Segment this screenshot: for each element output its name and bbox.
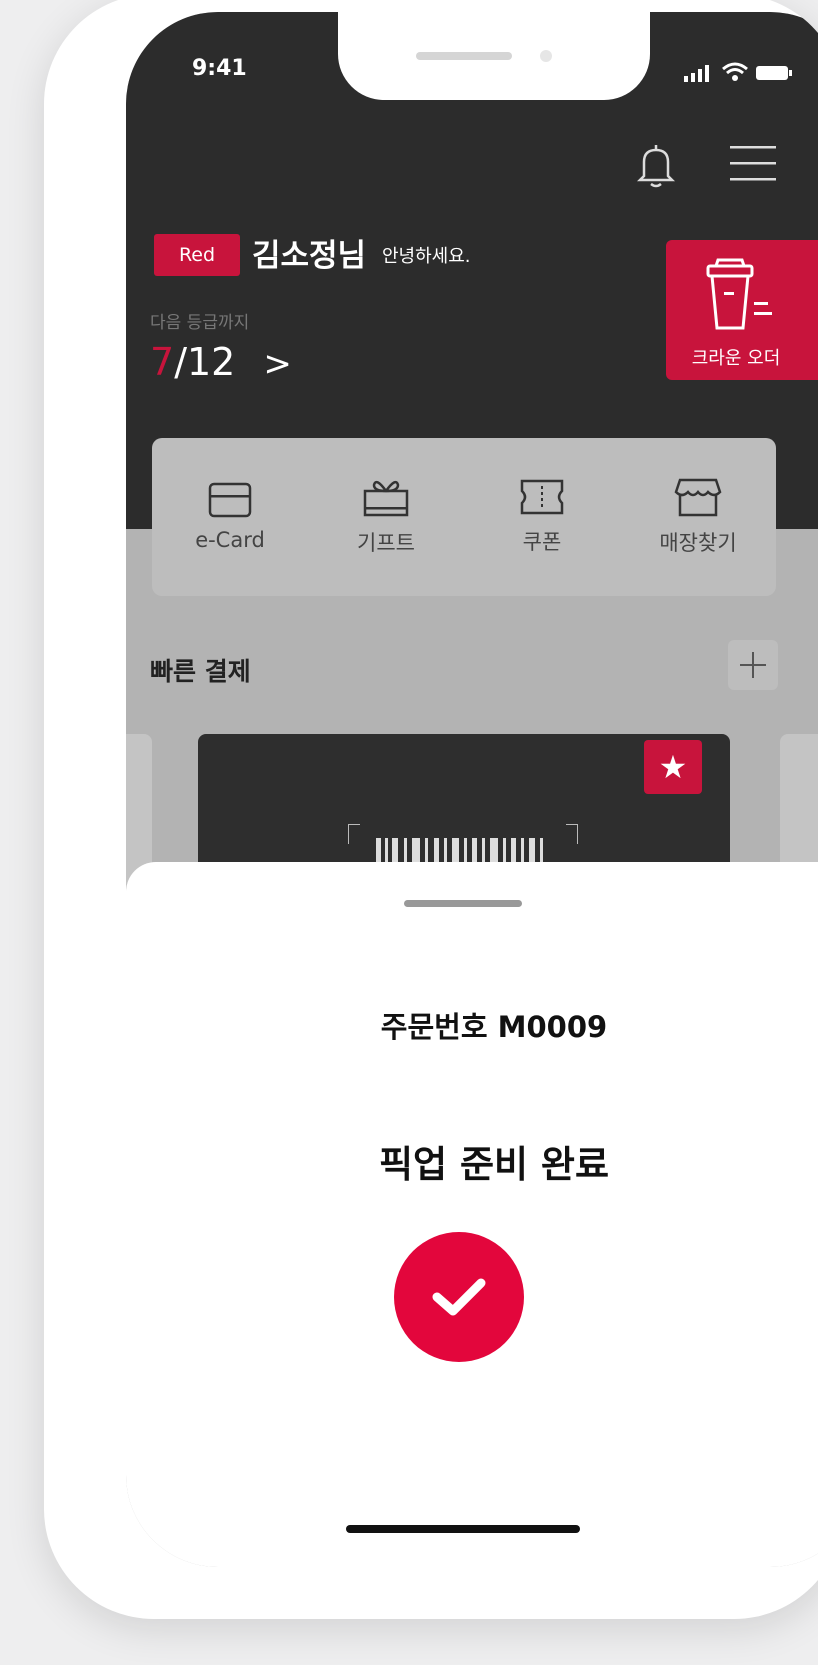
quick-menu-label: e-Card bbox=[195, 528, 265, 552]
battery-icon bbox=[756, 66, 792, 80]
quick-menu-label: 쿠폰 bbox=[522, 530, 562, 554]
status-icons bbox=[684, 62, 792, 82]
quick-menu-store[interactable]: 매장찾기 bbox=[628, 477, 768, 557]
sheet-grabber[interactable] bbox=[404, 900, 522, 907]
add-payment-button[interactable] bbox=[728, 640, 778, 690]
quick-pay-title: 빠른 결제 bbox=[150, 657, 251, 686]
app-screen: 9:41 Red 김소정님 안녕하세요. 다음 등급까지 7 /12 > 크라운… bbox=[126, 12, 818, 1567]
home-indicator bbox=[346, 1525, 580, 1533]
camera bbox=[540, 50, 552, 62]
bell-icon[interactable] bbox=[636, 142, 676, 192]
store-icon bbox=[674, 478, 722, 517]
crown-order-label: 크라운 오더 bbox=[691, 348, 781, 369]
progress-total: /12 bbox=[174, 340, 236, 384]
speaker bbox=[416, 52, 512, 60]
pickup-status: 픽업 준비 완료 bbox=[378, 1143, 609, 1186]
notch bbox=[338, 12, 650, 100]
user-name: 김소정님 bbox=[252, 238, 367, 274]
quick-menu-label: 기프트 bbox=[357, 531, 415, 555]
coffee-cup-icon bbox=[702, 258, 772, 340]
plus-icon bbox=[740, 652, 766, 678]
greeting-text: 안녕하세요. bbox=[382, 246, 471, 267]
chevron-right-icon: > bbox=[263, 344, 292, 384]
wifi-icon bbox=[722, 62, 748, 81]
gift-icon bbox=[363, 480, 409, 517]
crown-order-button[interactable]: 크라운 오더 bbox=[666, 240, 818, 380]
phone-frame: 9:41 Red 김소정님 안녕하세요. 다음 등급까지 7 /12 > 크라운… bbox=[44, 0, 818, 1619]
grade-progress[interactable]: 7 /12 > bbox=[150, 340, 292, 384]
order-status-sheet: 주문번호 M0009 픽업 준비 완료 bbox=[126, 862, 818, 1567]
order-number: 주문번호 M0009 bbox=[380, 1010, 608, 1044]
progress-current: 7 bbox=[150, 340, 175, 384]
quick-menu-coupon[interactable]: 쿠폰 bbox=[472, 478, 612, 556]
menu-icon[interactable] bbox=[730, 144, 776, 188]
signal-icon bbox=[684, 65, 709, 82]
coupon-icon bbox=[520, 479, 564, 515]
quick-menu-label: 매장찾기 bbox=[659, 531, 737, 555]
status-time: 9:41 bbox=[192, 56, 247, 81]
grade-badge: Red bbox=[154, 234, 240, 276]
check-circle-icon bbox=[394, 1232, 524, 1362]
card-icon bbox=[208, 482, 252, 518]
next-grade-label: 다음 등급까지 bbox=[150, 313, 250, 333]
quick-menu: e-Card 기프트 쿠폰 매장찾기 bbox=[152, 438, 776, 596]
favorite-star-icon[interactable]: ★ bbox=[644, 740, 702, 794]
quick-menu-ecard[interactable]: e-Card bbox=[160, 482, 300, 552]
quick-menu-gift[interactable]: 기프트 bbox=[316, 477, 456, 557]
